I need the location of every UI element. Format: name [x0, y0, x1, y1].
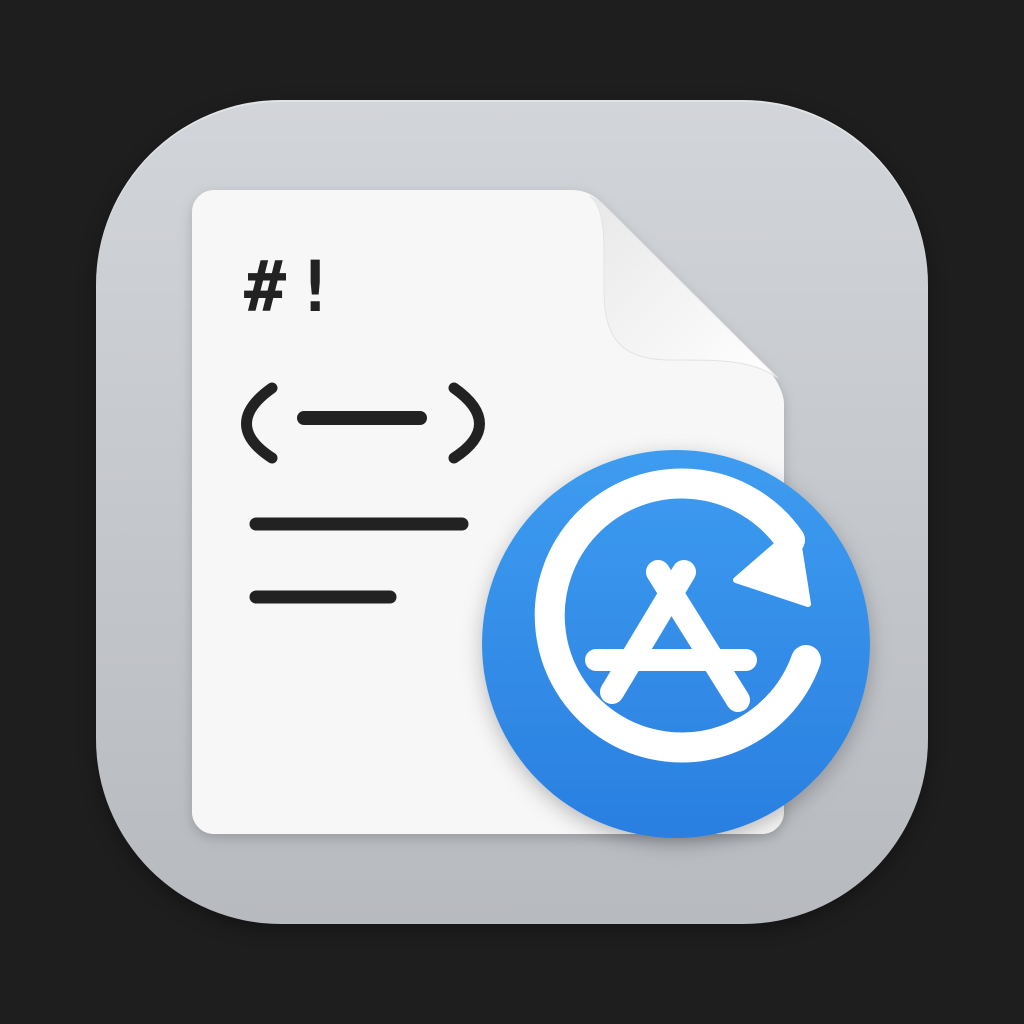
app-icon-canvas: #! — [0, 0, 1024, 1024]
app-store-update-badge — [482, 450, 870, 838]
